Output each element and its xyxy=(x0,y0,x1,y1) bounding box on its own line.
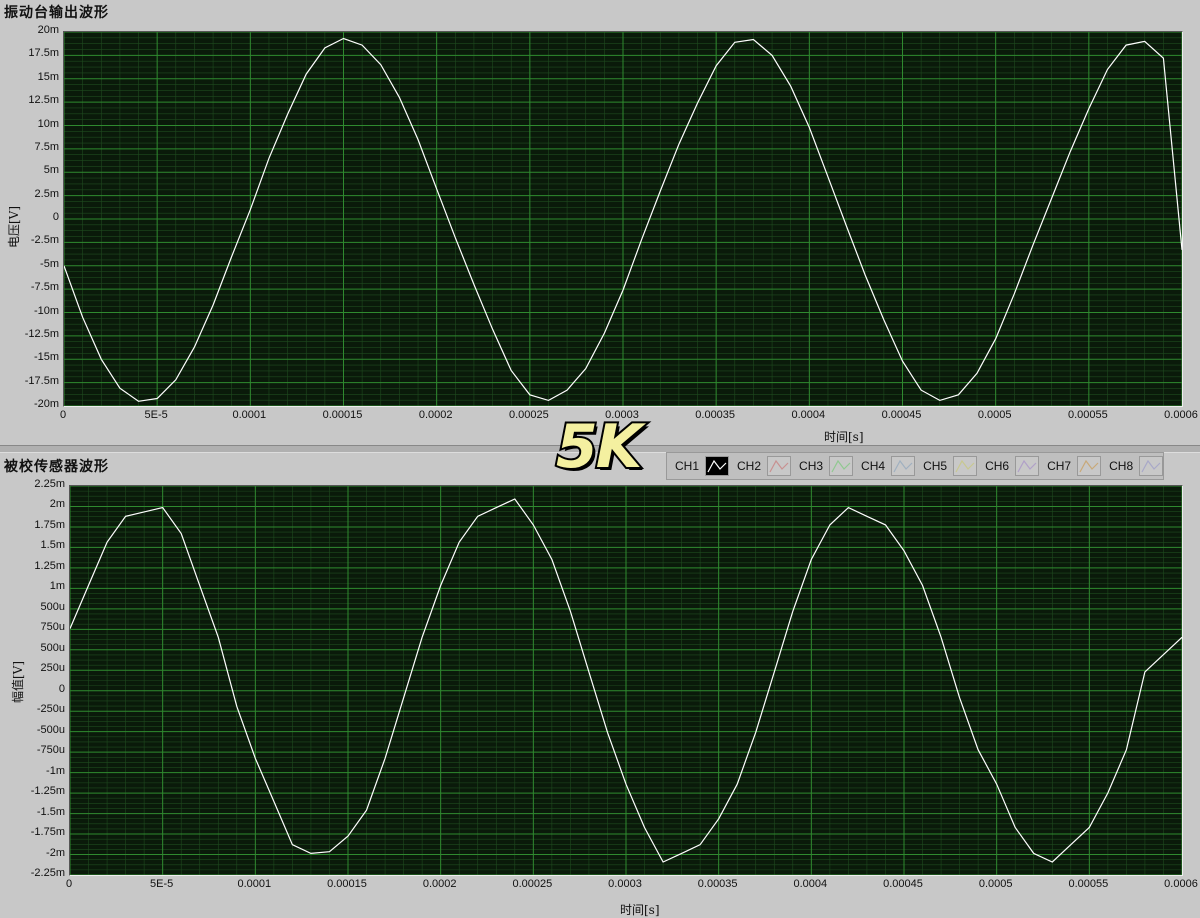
x-tick-label: 0.00035 xyxy=(697,878,738,890)
bottom-plot-area[interactable] xyxy=(69,485,1183,876)
legend-item-ch8[interactable]: CH8 xyxy=(1101,456,1164,476)
legend-label: CH8 xyxy=(1109,459,1134,473)
legend-swatch-icon xyxy=(953,456,978,476)
x-tick-label: 0 xyxy=(59,409,67,421)
legend-label: CH2 xyxy=(737,459,762,473)
y-tick-label: -500u xyxy=(36,723,65,736)
y-tick-label: 500u xyxy=(40,600,65,613)
frequency-badge: 5K xyxy=(554,410,644,484)
legend-item-ch3[interactable]: CH3 xyxy=(791,456,854,476)
y-tick-label: 2.25m xyxy=(34,478,65,490)
legend-item-ch7[interactable]: CH7 xyxy=(1039,456,1102,476)
legend-swatch-icon xyxy=(829,456,854,476)
legend-swatch-icon xyxy=(1139,456,1164,476)
y-tick-label: -2.5m xyxy=(30,234,59,247)
x-tick-label: 5E-5 xyxy=(150,878,174,890)
legend-label: CH5 xyxy=(923,459,948,473)
top-panel: 振动台输出波形 电压[V] 时间[s] 20m 17.5m 15m 12.5m 10m 7… xyxy=(0,0,1200,446)
legend-label: CH4 xyxy=(861,459,886,473)
y-tick-label: -2.25m xyxy=(30,867,65,879)
y-tick-label: -2m xyxy=(46,846,65,859)
channel-legend[interactable]: CH1 CH2 CH3 CH4 CH5 CH6 CH7 CH8 xyxy=(666,452,1165,480)
y-tick-label: 1.25m xyxy=(34,559,65,572)
y-tick-label: -1m xyxy=(46,764,65,777)
y-tick-label: 20m xyxy=(37,24,59,36)
y-tick-label: 7.5m xyxy=(34,140,59,153)
bottom-chart-svg xyxy=(69,485,1183,876)
x-tick-label: 0.00045 xyxy=(883,878,923,890)
top-chart-svg xyxy=(63,31,1183,407)
legend-swatch-icon xyxy=(1077,456,1102,476)
bottom-panel-title: 被校传感器波形 xyxy=(4,459,109,475)
legend-swatch-icon xyxy=(767,456,792,476)
y-tick-label: 2m xyxy=(49,498,65,511)
y-tick-label: 0 xyxy=(52,211,59,223)
x-tick-label: 0.00055 xyxy=(1068,878,1109,890)
x-tick-label: 0.0001 xyxy=(237,878,272,890)
legend-swatch-icon xyxy=(1015,456,1040,476)
y-tick-label: 10m xyxy=(37,117,59,130)
y-tick-label: -1.25m xyxy=(30,785,65,798)
bottom-x-axis-label: 时间[s] xyxy=(620,903,660,917)
x-tick-label: 0 xyxy=(65,878,73,890)
y-tick-label: -1.5m xyxy=(36,805,65,818)
y-tick-label: -17.5m xyxy=(24,374,59,387)
x-tick-label: 0.0006 xyxy=(1164,878,1198,890)
x-tick-label: 0.00055 xyxy=(1067,409,1108,421)
legend-label: CH1 xyxy=(675,459,700,473)
legend-swatch-icon xyxy=(891,456,916,476)
y-tick-label: -1.75m xyxy=(30,826,65,839)
y-tick-label: 5m xyxy=(43,164,59,177)
y-tick-label: 1.75m xyxy=(34,518,65,531)
x-tick-label: 0.00025 xyxy=(512,878,553,890)
y-tick-label: 2.5m xyxy=(34,187,59,200)
legend-item-ch1[interactable]: CH1 xyxy=(667,456,730,476)
y-tick-label: 750u xyxy=(40,621,65,634)
x-tick-label: 0.0005 xyxy=(978,878,1013,890)
x-tick-label: 0.00015 xyxy=(327,878,367,890)
x-tick-label: 0.0001 xyxy=(232,409,267,421)
y-tick-label: -12.5m xyxy=(24,327,59,340)
top-plot-area[interactable] xyxy=(63,31,1183,407)
y-tick-label: 250u xyxy=(40,662,65,675)
legend-item-ch2[interactable]: CH2 xyxy=(729,456,792,476)
legend-item-ch4[interactable]: CH4 xyxy=(853,456,916,476)
top-x-axis-label: 时间[s] xyxy=(824,430,864,444)
y-tick-label: 17.5m xyxy=(28,47,59,60)
y-tick-label: 15m xyxy=(37,70,59,83)
y-tick-label: 1m xyxy=(49,580,65,593)
x-tick-label: 5E-5 xyxy=(144,409,168,421)
x-tick-label: 0.0002 xyxy=(422,878,457,890)
x-tick-label: 0.0004 xyxy=(793,878,828,890)
x-tick-label: 0.0006 xyxy=(1164,409,1198,421)
y-tick-label: -7.5m xyxy=(30,281,59,294)
y-tick-label: -20m xyxy=(33,398,59,410)
x-tick-label: 0.00035 xyxy=(695,409,736,421)
x-tick-label: 0.00025 xyxy=(508,409,549,421)
legend-item-ch6[interactable]: CH6 xyxy=(977,456,1040,476)
legend-swatch-icon xyxy=(705,456,730,476)
top-panel-title: 振动台输出波形 xyxy=(4,5,109,21)
bottom-panel: 被校传感器波形 幅值[V] 时间[s] 2.25m 2m 1.75m 1.5m 1.25… xyxy=(0,452,1200,917)
y-tick-label: -750u xyxy=(36,744,65,757)
x-tick-label: 0.00015 xyxy=(322,409,363,421)
y-tick-label: 0 xyxy=(58,682,65,695)
y-tick-label: -250u xyxy=(36,703,65,716)
legend-label: CH7 xyxy=(1047,459,1072,473)
legend-item-ch5[interactable]: CH5 xyxy=(915,456,978,476)
x-tick-label: 0.0002 xyxy=(418,409,453,421)
y-tick-label: -10m xyxy=(33,304,59,317)
y-tick-label: -5m xyxy=(40,257,59,270)
x-tick-label: 0.0004 xyxy=(791,409,826,421)
legend-label: CH6 xyxy=(985,459,1010,473)
legend-label: CH3 xyxy=(799,459,824,473)
y-tick-label: -15m xyxy=(33,351,59,364)
y-tick-label: 1.5m xyxy=(40,539,65,552)
x-tick-label: 0.0003 xyxy=(608,878,642,890)
y-tick-label: 12.5m xyxy=(28,94,59,107)
x-tick-label: 0.00045 xyxy=(881,409,922,421)
x-tick-label: 0.0005 xyxy=(977,409,1012,421)
y-tick-label: 500u xyxy=(40,641,65,654)
